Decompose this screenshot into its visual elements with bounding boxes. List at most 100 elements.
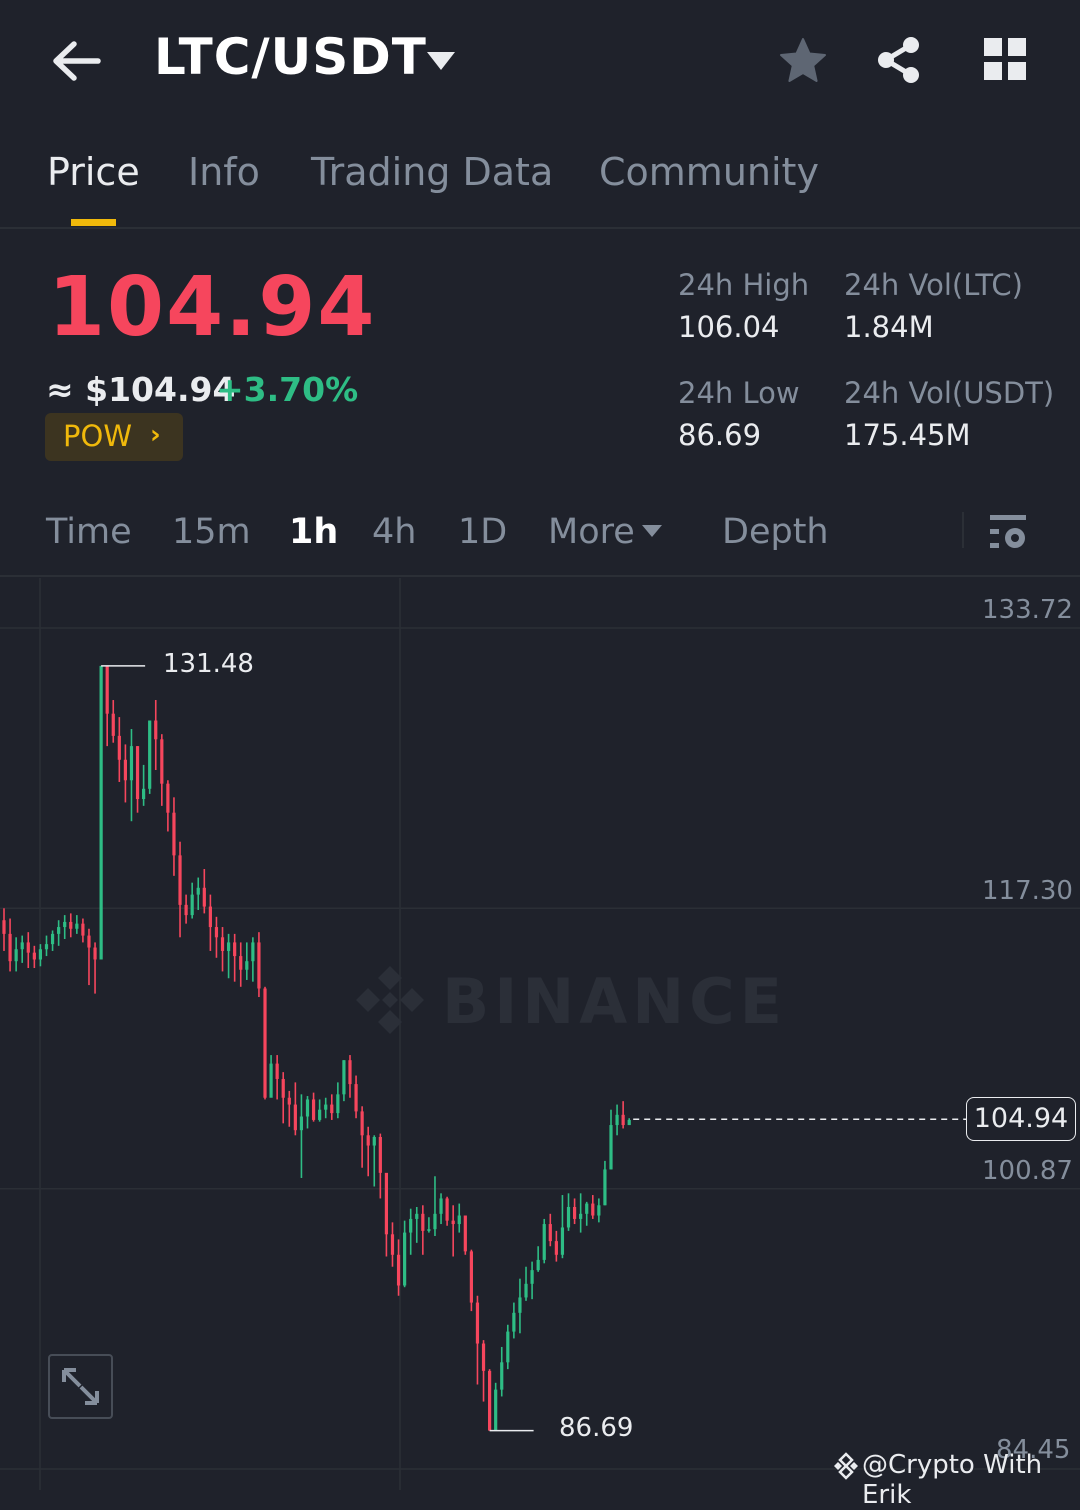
depth-tab[interactable]: Depth <box>722 512 829 552</box>
interval-1d[interactable]: 1D <box>458 512 507 552</box>
candle-body <box>372 1137 376 1146</box>
candle-body <box>342 1060 346 1095</box>
chart-top-divider <box>0 575 1080 577</box>
back-button[interactable] <box>48 38 104 84</box>
candle-body <box>269 1063 273 1098</box>
binance-logo-icon <box>356 966 424 1034</box>
share-button[interactable] <box>874 34 924 86</box>
candle-body <box>50 933 55 945</box>
candle-body <box>81 923 85 936</box>
pair-title[interactable]: LTC/USDT <box>154 28 427 86</box>
candle-body <box>330 1104 334 1114</box>
candle-body <box>524 1283 528 1298</box>
interval-1h[interactable]: 1h <box>289 512 338 552</box>
share-icon <box>878 37 919 83</box>
interval-more[interactable]: More <box>548 512 635 552</box>
tag-badge-label: POW <box>63 419 132 453</box>
candle-body <box>8 933 12 962</box>
candle-body <box>354 1084 358 1112</box>
candle-body <box>336 1094 340 1114</box>
candle-body <box>135 746 140 800</box>
favorite-button[interactable] <box>778 36 828 86</box>
approx-usd-price: ≈ $104.94 <box>46 370 236 409</box>
candle-body <box>38 949 43 960</box>
interval-15m[interactable]: 15m <box>172 512 251 552</box>
pair-selector-button[interactable] <box>424 48 458 74</box>
candle-body <box>99 665 103 960</box>
candle-body <box>257 942 261 989</box>
candle-body <box>566 1206 571 1228</box>
candle-body <box>275 1063 279 1079</box>
candle-body <box>609 1125 613 1170</box>
tab-price[interactable]: Price <box>47 150 140 194</box>
candle-body <box>494 1389 498 1431</box>
candle-body <box>518 1297 522 1313</box>
high-marker-label: 131.48 <box>163 649 254 679</box>
interval-divider <box>962 512 964 548</box>
candle-body <box>384 1172 389 1235</box>
low-value: 86.69 <box>678 418 762 452</box>
candle-body <box>475 1302 480 1344</box>
candle-body <box>591 1203 595 1216</box>
candle-body <box>63 921 67 928</box>
low-marker-label: 86.69 <box>559 1413 634 1443</box>
candle-body <box>560 1227 565 1255</box>
candle-body <box>14 949 18 962</box>
fullscreen-button[interactable] <box>48 1354 113 1419</box>
candle-body <box>615 1114 619 1126</box>
binance-small-logo-icon <box>834 1452 858 1480</box>
candle-body <box>311 1099 316 1120</box>
candle-body <box>105 665 109 714</box>
low-label: 24h Low <box>678 376 800 410</box>
vol-ltc-label: 24h Vol(LTC) <box>844 268 1023 302</box>
candle-body <box>481 1343 486 1371</box>
candle-body <box>366 1135 370 1146</box>
candle-body <box>548 1224 552 1242</box>
candle-body <box>579 1213 583 1219</box>
candle-body <box>263 988 267 1098</box>
candle-body <box>117 735 121 760</box>
high-label: 24h High <box>678 268 810 302</box>
candle-body <box>93 947 97 960</box>
binance-watermark: BINANCE <box>442 965 787 1038</box>
candle-body <box>32 952 36 960</box>
tab-trading-data[interactable]: Trading Data <box>311 150 553 194</box>
candle-body <box>2 920 6 934</box>
candle-body <box>166 783 170 813</box>
candle-body <box>196 887 200 895</box>
candle-body <box>87 935 91 948</box>
candle-body <box>360 1111 364 1136</box>
candle-body <box>542 1224 546 1260</box>
interval-time[interactable]: Time <box>46 512 132 552</box>
candle-body <box>512 1312 516 1332</box>
chart-settings-icon <box>990 515 1026 548</box>
credit-watermark: @Crypto With Erik <box>862 1450 1043 1510</box>
candle-body <box>403 1232 407 1286</box>
chevron-right-icon: › <box>150 420 161 450</box>
candle-body <box>172 812 176 856</box>
candle-body <box>154 720 158 740</box>
candle-body <box>390 1234 395 1255</box>
tabs-divider <box>0 227 1080 229</box>
candle-body <box>178 855 182 905</box>
vol-usdt-value: 175.45M <box>844 418 971 452</box>
candle-body <box>299 1116 304 1131</box>
chart-settings-button[interactable] <box>988 512 1028 552</box>
candle-body <box>202 887 206 907</box>
tab-community[interactable]: Community <box>599 150 819 194</box>
candle-body <box>445 1198 449 1221</box>
layout-button[interactable] <box>984 38 1026 80</box>
candle-body <box>396 1254 401 1286</box>
interval-4h[interactable]: 4h <box>372 512 416 552</box>
tab-info[interactable]: Info <box>188 150 260 194</box>
candle-body <box>318 1109 322 1120</box>
active-tab-indicator <box>71 219 116 226</box>
candle-body <box>287 1097 291 1105</box>
candle-body <box>427 1229 431 1231</box>
candle-body <box>160 739 164 784</box>
candle-body <box>44 944 49 950</box>
candle-body <box>421 1213 425 1231</box>
candle-body <box>627 1119 631 1126</box>
candle-body <box>305 1099 310 1117</box>
y-tick-label: 100.87 <box>982 1156 1073 1186</box>
